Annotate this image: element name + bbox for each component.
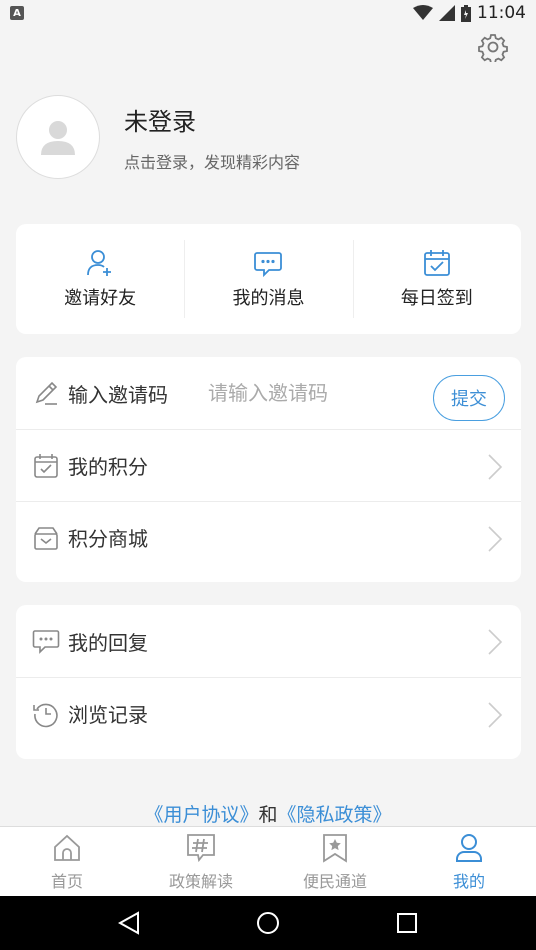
history-icon <box>32 700 60 728</box>
nav-service[interactable]: 便民通道 <box>268 827 402 896</box>
status-bar: A 11:04 <box>0 0 536 26</box>
agreement-and: 和 <box>258 804 278 826</box>
menu-card-2: 我的回复 浏览记录 <box>16 605 521 759</box>
daily-checkin-label: 每日签到 <box>400 288 473 309</box>
privacy-policy-link[interactable]: 《隐私政策》 <box>278 804 392 826</box>
battery-icon <box>461 4 471 22</box>
nav-mine-label: 我的 <box>452 871 485 891</box>
my-replies-label: 我的回复 <box>68 630 148 655</box>
invite-code-input[interactable] <box>208 381 398 405</box>
status-time: 11:04 <box>477 3 526 23</box>
points-mall-row[interactable]: 积分商城 <box>16 501 521 573</box>
login-status[interactable]: 未登录 <box>124 102 300 137</box>
recents-square-icon <box>396 913 417 933</box>
back-button[interactable] <box>114 908 144 938</box>
login-hint: 点击登录，发现精彩内容 <box>124 152 301 172</box>
home-button[interactable] <box>253 908 283 938</box>
hashtag-icon <box>187 833 215 862</box>
system-nav-bar <box>0 896 536 950</box>
chevron-right-icon <box>488 526 503 552</box>
default-avatar-icon <box>41 121 75 155</box>
home-circle-icon <box>256 912 279 934</box>
status-icons: 11:04 <box>413 3 526 23</box>
wifi-icon <box>413 5 433 20</box>
a-notification-icon: A <box>10 6 24 20</box>
gift-icon <box>32 524 60 552</box>
nav-home-label: 首页 <box>50 871 83 891</box>
settings-button[interactable] <box>478 32 508 64</box>
calendar-points-icon <box>32 452 60 480</box>
home-icon <box>54 834 80 861</box>
my-replies-row[interactable]: 我的回复 <box>16 605 521 677</box>
bookmark-star-icon <box>323 833 347 863</box>
my-messages-button[interactable]: 我的消息 <box>184 224 352 334</box>
daily-checkin-button[interactable]: 每日签到 <box>352 224 521 334</box>
browse-history-row[interactable]: 浏览记录 <box>16 677 521 749</box>
pencil-icon <box>32 379 60 407</box>
my-messages-label: 我的消息 <box>232 288 305 309</box>
profile-text: 未登录 点击登录，发现精彩内容 <box>124 102 300 173</box>
back-triangle-icon <box>118 911 140 935</box>
user-agreement-link[interactable]: 《用户协议》 <box>144 804 258 826</box>
invite-code-row: 输入邀请码 提交 <box>16 357 521 429</box>
avatar[interactable] <box>16 95 100 179</box>
user-icon <box>456 833 482 862</box>
agreement-links: 《用户协议》和《隐私政策》 <box>0 800 536 827</box>
chevron-right-icon <box>488 629 503 655</box>
message-icon <box>254 252 283 278</box>
invite-code-label: 输入邀请码 <box>68 382 168 407</box>
nav-mine[interactable]: 我的 <box>402 827 536 896</box>
calendar-check-icon <box>423 250 450 276</box>
profile-section[interactable]: 未登录 点击登录，发现精彩内容 <box>16 95 300 179</box>
signal-icon <box>439 5 455 21</box>
nav-policy-label: 政策解读 <box>168 871 233 891</box>
nav-policy[interactable]: 政策解读 <box>134 827 268 896</box>
nav-home[interactable]: 首页 <box>0 827 134 896</box>
quick-actions-card: 邀请好友 我的消息 每日签到 <box>16 224 521 334</box>
gear-icon <box>478 34 508 64</box>
bottom-nav: 首页 政策解读 便民通道 我的 <box>0 826 536 896</box>
menu-card-1: 输入邀请码 提交 我的积分 积分商城 <box>16 357 521 582</box>
my-points-label: 我的积分 <box>68 455 148 479</box>
nav-service-label: 便民通道 <box>302 871 367 891</box>
browse-history-label: 浏览记录 <box>68 703 148 727</box>
points-mall-label: 积分商城 <box>68 527 148 551</box>
chevron-right-icon <box>488 702 503 728</box>
add-user-icon <box>87 250 112 276</box>
comment-icon <box>32 627 60 655</box>
invite-friends-button[interactable]: 邀请好友 <box>16 224 184 334</box>
chevron-right-icon <box>488 454 503 480</box>
my-points-row[interactable]: 我的积分 <box>16 429 521 501</box>
submit-button[interactable]: 提交 <box>433 375 505 421</box>
recents-button[interactable] <box>392 908 422 938</box>
invite-friends-label: 邀请好友 <box>64 288 137 309</box>
